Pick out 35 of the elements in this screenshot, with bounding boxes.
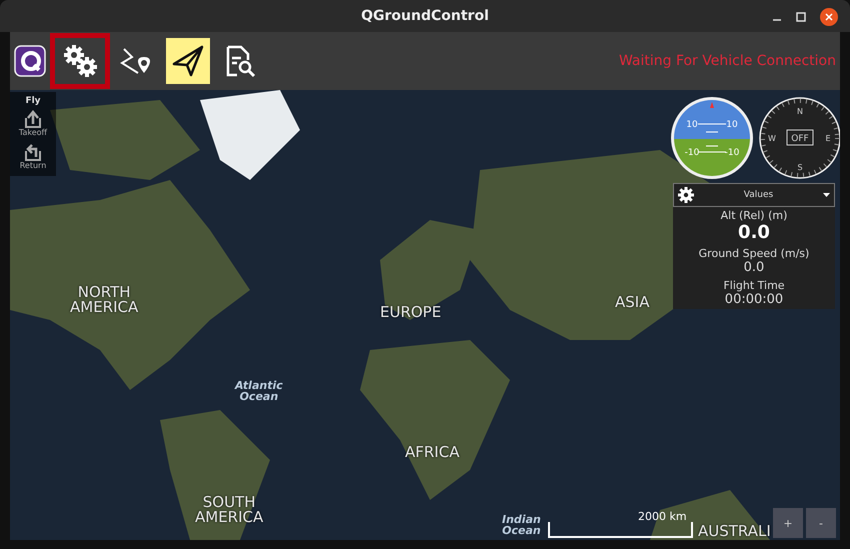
value-label: Ground Speed (m/s) — [698, 247, 810, 260]
value-reading: 00:00:00 — [724, 292, 784, 307]
settings-icon — [678, 187, 694, 203]
panel-title: Fly — [25, 96, 41, 106]
value-reading: 0.0 — [744, 260, 764, 275]
map-label: SOUTH AMERICA — [195, 495, 264, 525]
map-label: EUROPE — [380, 305, 442, 320]
zoom-button[interactable]: + — [773, 508, 803, 538]
up-arrow-icon — [22, 110, 43, 128]
toolbar-button[interactable] — [166, 38, 210, 84]
value-reading: 0.0 — [738, 222, 770, 243]
map-label: NORTH AMERICA — [70, 285, 138, 315]
return-arrow-icon — [22, 143, 43, 161]
value-label: Alt (Rel) (m) — [720, 209, 788, 222]
values-dropdown[interactable]: Values — [673, 183, 835, 207]
zoom-button[interactable]: - — [806, 508, 836, 538]
caret-icon — [823, 193, 830, 197]
map-label: AFRICA — [405, 445, 460, 460]
scale-label: 2000 km — [638, 510, 687, 523]
window-title: QGroundControl — [361, 8, 489, 24]
compass-indicator: N W OFF E S — [758, 96, 840, 180]
attitude-indicator: 10 10 -10 -10 — [670, 96, 754, 180]
app-logo-icon[interactable] — [14, 45, 46, 77]
value-label: Flight Time — [723, 279, 785, 292]
takeoff-button[interactable]: Takeoff — [18, 108, 48, 139]
map-label: Atlantic Ocean — [235, 380, 283, 402]
map-label: AUSTRALI — [698, 524, 771, 539]
maximize-icon[interactable] — [796, 12, 806, 22]
map-label: Indian Ocean — [502, 514, 541, 536]
close-icon[interactable] — [820, 8, 838, 26]
gears-icon — [63, 44, 97, 78]
return-button[interactable]: Return — [20, 141, 46, 172]
connection-status: Waiting For Vehicle Connection — [618, 53, 836, 69]
paper-plane-icon — [171, 44, 205, 78]
map-label: ASIA — [615, 295, 650, 310]
